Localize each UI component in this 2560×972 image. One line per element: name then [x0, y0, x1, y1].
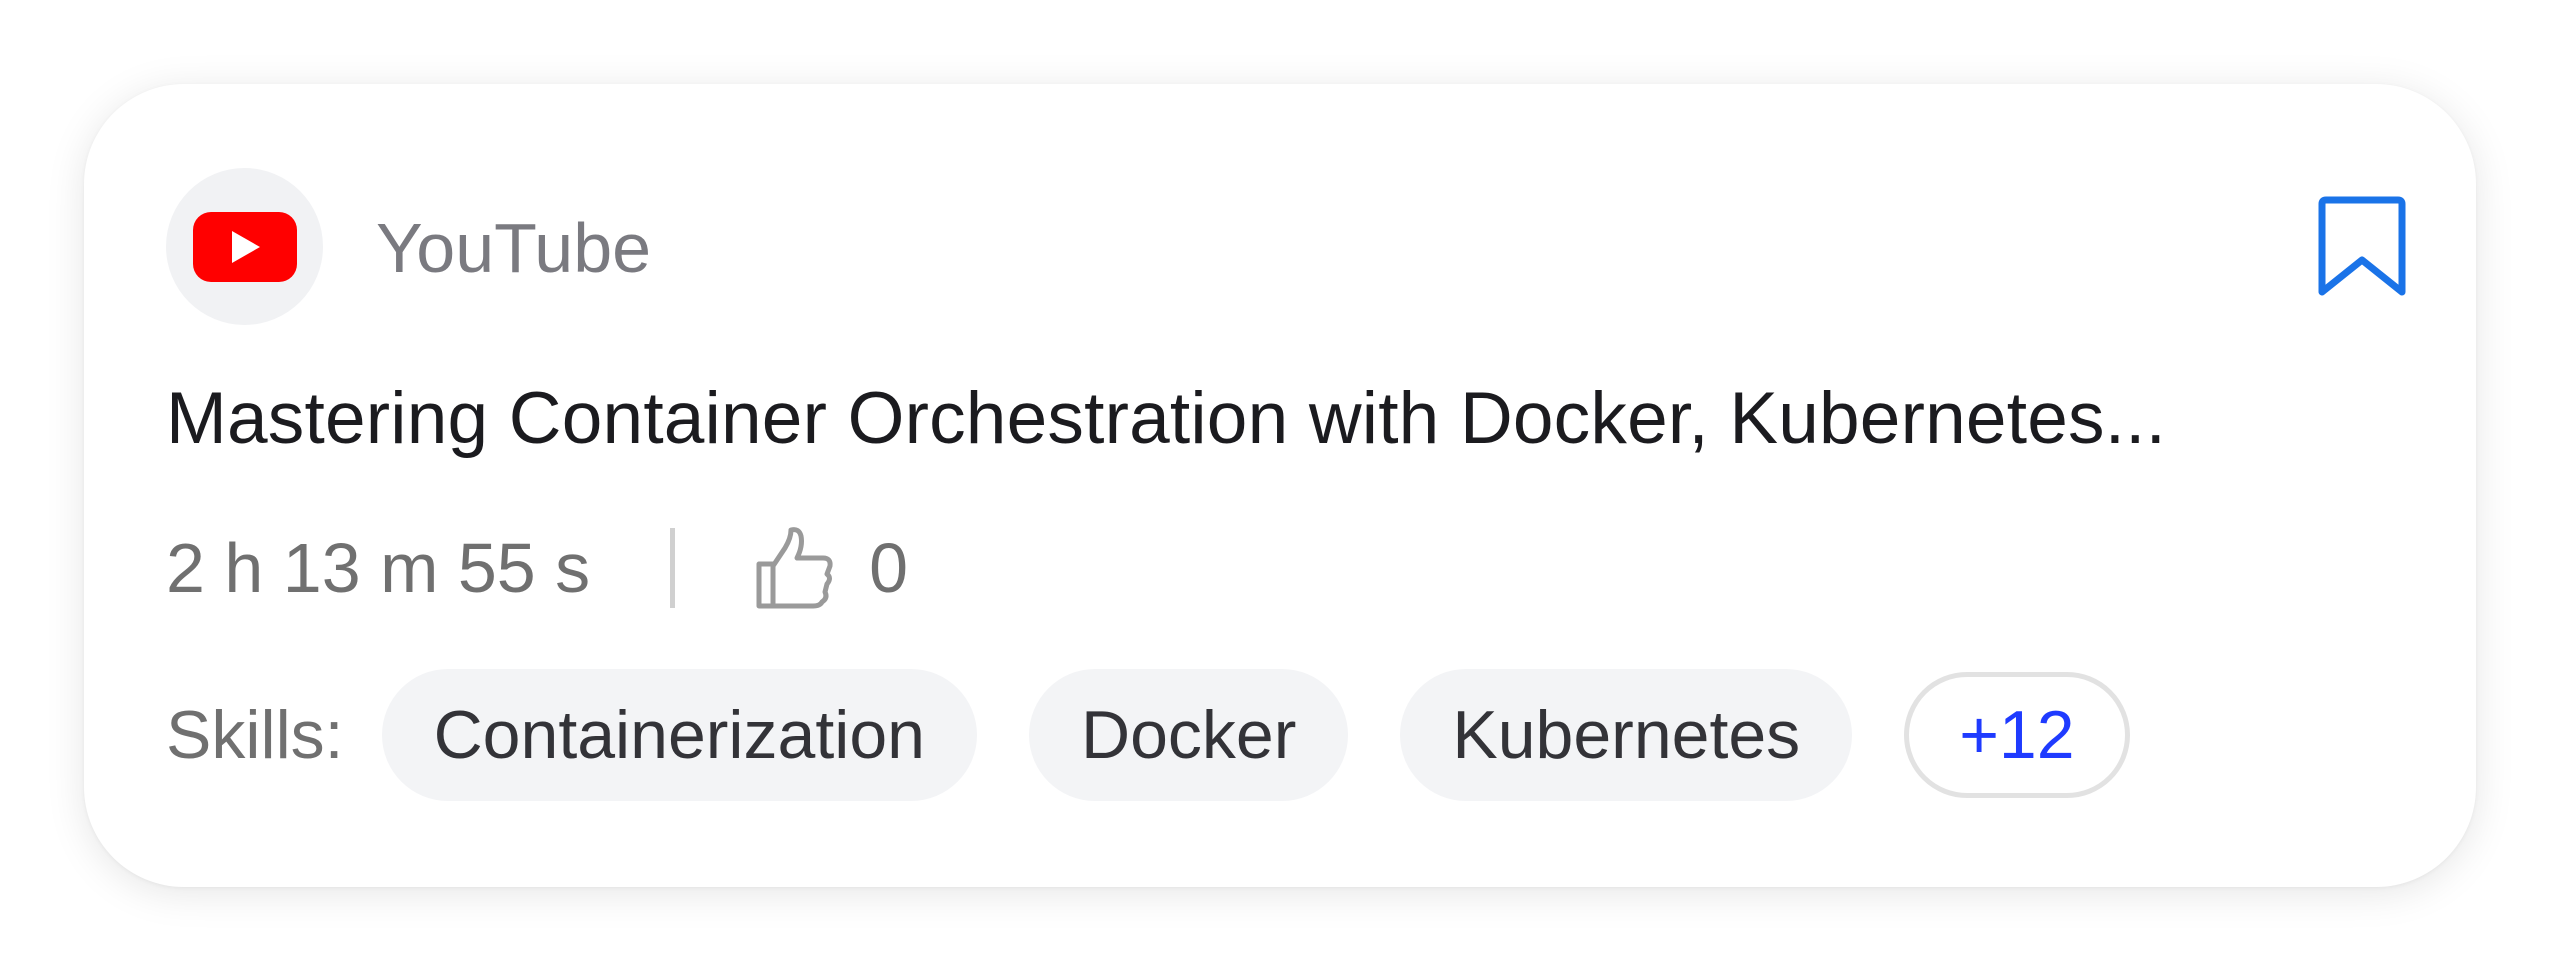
like-count: 0: [869, 529, 909, 607]
course-duration: 2 h 13 m 55 s: [166, 529, 591, 607]
course-meta: 2 h 13 m 55 s 0: [166, 518, 908, 618]
skill-chip[interactable]: Kubernetes: [1400, 669, 1853, 801]
source-avatar: [166, 168, 323, 325]
skills-row: Skills: Containerization Docker Kubernet…: [166, 668, 2182, 802]
more-skills-button[interactable]: +12: [1904, 672, 2130, 798]
source-name: YouTube: [376, 209, 652, 287]
like-button[interactable]: 0: [755, 526, 908, 610]
course-title[interactable]: Mastering Container Orchestration with D…: [166, 374, 2386, 464]
youtube-logo-icon: [192, 211, 297, 282]
meta-divider: [670, 528, 676, 608]
skills-label: Skills:: [166, 697, 344, 773]
bookmark-icon: [2318, 196, 2406, 296]
skill-chip[interactable]: Containerization: [381, 669, 977, 801]
course-card[interactable]: YouTube Mastering Container Orchestratio…: [84, 84, 2476, 887]
bookmark-button[interactable]: [2316, 194, 2408, 300]
skill-chip[interactable]: Docker: [1028, 669, 1349, 801]
thumbs-up-icon: [756, 527, 833, 609]
